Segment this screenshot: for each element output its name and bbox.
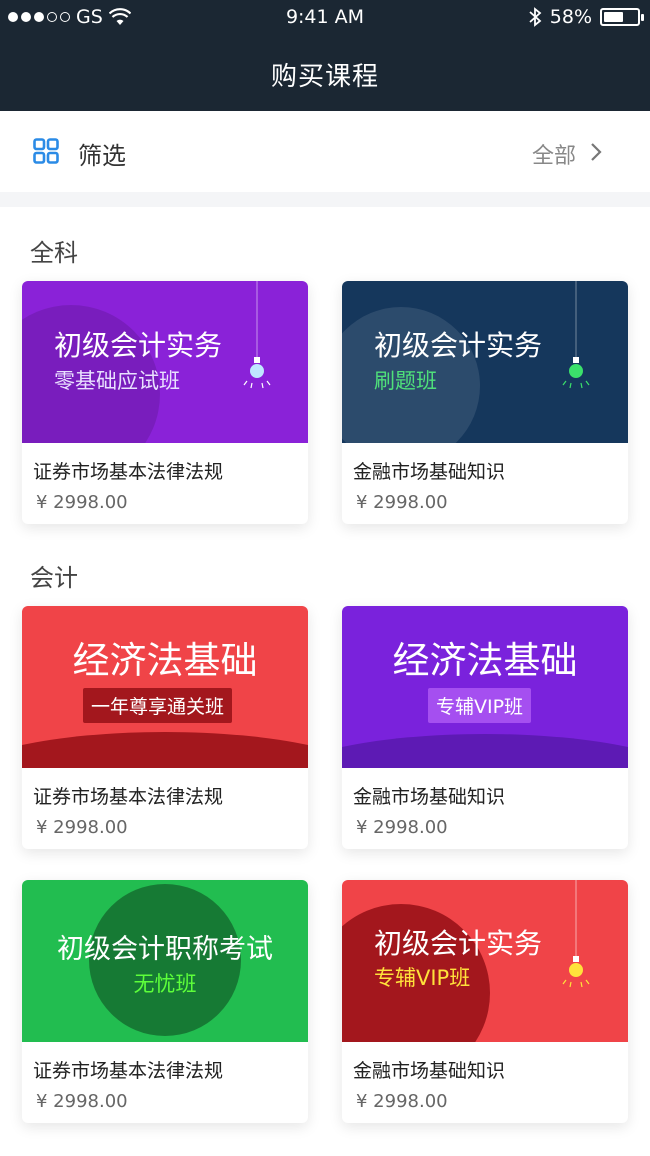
light-bulb-icon bbox=[243, 281, 271, 389]
grid-filter-icon[interactable] bbox=[33, 138, 59, 164]
section-title: 全科 bbox=[30, 239, 78, 267]
top-bar: GS 9:41 AM 58% 购买课程 bbox=[0, 0, 650, 111]
banner-subtitle: 刷题班 bbox=[374, 369, 437, 393]
course-banner: 初级会计实务 零基础应试班 bbox=[22, 281, 308, 443]
status-bar: GS 9:41 AM 58% bbox=[0, 0, 650, 36]
course-card[interactable]: 经济法基础 专辅VIP班 金融市场基础知识 ¥ 2998.00 bbox=[342, 606, 628, 849]
course-price: ¥ 2998.00 bbox=[356, 492, 448, 513]
course-banner: 初级会计职称考试 无忧班 bbox=[22, 880, 308, 1042]
course-price: ¥ 2998.00 bbox=[356, 817, 448, 838]
banner-subtitle: 专辅VIP班 bbox=[374, 966, 471, 990]
course-banner: 初级会计实务 专辅VIP班 bbox=[342, 880, 628, 1042]
banner-tag: 专辅VIP班 bbox=[428, 688, 532, 723]
course-name: 证券市场基本法律法规 bbox=[33, 786, 224, 808]
course-banner: 经济法基础 一年尊享通关班 bbox=[22, 606, 308, 768]
course-price: ¥ 2998.00 bbox=[36, 817, 128, 838]
bluetooth-icon bbox=[529, 7, 542, 27]
course-name: 金融市场基础知识 bbox=[353, 1060, 506, 1082]
course-price: ¥ 2998.00 bbox=[36, 492, 128, 513]
course-card[interactable]: 初级会计实务 零基础应试班 证券市场基本法律法规 ¥ 2998.00 bbox=[22, 281, 308, 524]
chevron-right-icon[interactable] bbox=[586, 141, 606, 163]
filter-bar[interactable]: 筛选 全部 bbox=[0, 111, 650, 192]
course-card[interactable]: 初级会计职称考试 无忧班 证券市场基本法律法规 ¥ 2998.00 bbox=[22, 880, 308, 1123]
banner-title: 初级会计实务 bbox=[54, 329, 223, 362]
light-bulb-icon bbox=[562, 880, 590, 988]
course-price: ¥ 2998.00 bbox=[36, 1091, 128, 1112]
banner-subtitle: 无忧班 bbox=[133, 972, 197, 996]
course-name: 金融市场基础知识 bbox=[353, 461, 506, 483]
course-name: 证券市场基本法律法规 bbox=[33, 1060, 224, 1082]
banner-title: 初级会计职称考试 bbox=[57, 934, 273, 965]
course-card[interactable]: 经济法基础 一年尊享通关班 证券市场基本法律法规 ¥ 2998.00 bbox=[22, 606, 308, 849]
banner-title: 经济法基础 bbox=[392, 639, 578, 682]
banner-title: 初级会计实务 bbox=[374, 927, 543, 960]
light-bulb-icon bbox=[562, 281, 590, 389]
banner-tag: 一年尊享通关班 bbox=[83, 688, 233, 723]
course-list: 全科 初级会计实务 零基础应试班 证券市场基本法律法规 ¥ 2998.00 初级… bbox=[0, 207, 650, 1156]
course-name: 证券市场基本法律法规 bbox=[33, 461, 224, 483]
banner-title: 初级会计实务 bbox=[374, 329, 543, 362]
course-banner: 初级会计实务 刷题班 bbox=[342, 281, 628, 443]
filter-value[interactable]: 全部 bbox=[532, 138, 576, 170]
banner-title: 经济法基础 bbox=[72, 639, 258, 682]
battery-percent: 58% bbox=[549, 6, 592, 28]
page-title: 购买课程 bbox=[270, 62, 379, 92]
battery-icon bbox=[600, 8, 644, 26]
course-card[interactable]: 初级会计实务 专辅VIP班 金融市场基础知识 ¥ 2998.00 bbox=[342, 880, 628, 1123]
course-banner: 经济法基础 专辅VIP班 bbox=[342, 606, 628, 768]
course-name: 金融市场基础知识 bbox=[353, 786, 506, 808]
banner-subtitle: 零基础应试班 bbox=[54, 369, 180, 393]
course-price: ¥ 2998.00 bbox=[356, 1091, 448, 1112]
section-title: 会计 bbox=[30, 564, 78, 592]
filter-label: 筛选 bbox=[78, 142, 126, 170]
course-card[interactable]: 初级会计实务 刷题班 金融市场基础知识 ¥ 2998.00 bbox=[342, 281, 628, 524]
